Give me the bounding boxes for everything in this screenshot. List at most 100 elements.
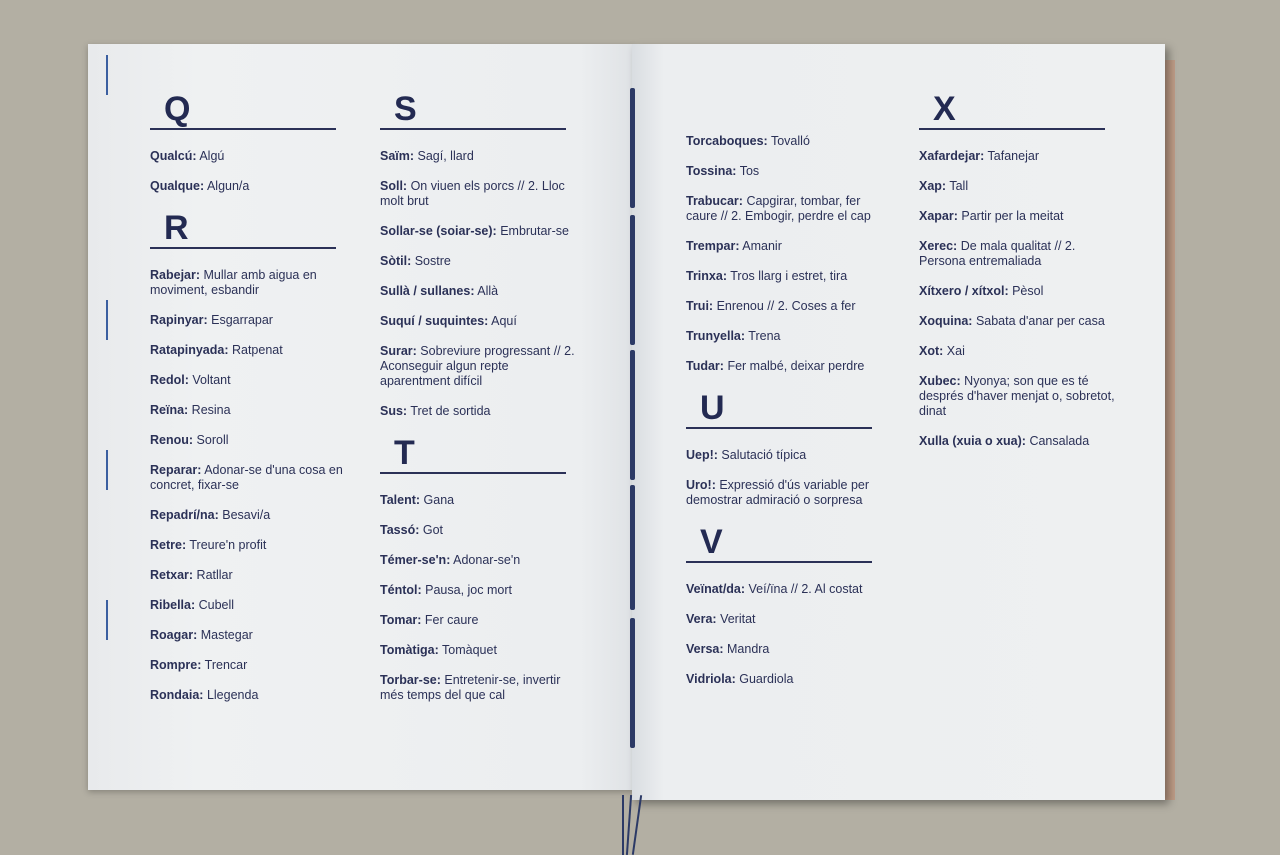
glossary-entry: Veïnat/da: Veí/ïna // 2. Al costat <box>686 582 886 597</box>
entry-definition: Ratllar <box>193 568 233 582</box>
section-letter-heading: R <box>164 209 189 247</box>
glossary-entry: Téntol: Pausa, joc mort <box>380 583 580 598</box>
entry-definition: Amanir <box>739 239 782 253</box>
entry-term: Renou: <box>150 433 194 447</box>
entry-definition: Cansalada <box>1025 434 1090 448</box>
letter-section: S Saïm: Sagí, llard Soll: On viuen els por… <box>380 90 580 419</box>
section-letter-heading: U <box>700 389 725 427</box>
entry-definition: Tros llarg i estret, tira <box>727 269 848 283</box>
entry-term: Tossina: <box>686 164 737 178</box>
glossary-entry: Sus: Tret de sortida <box>380 404 580 419</box>
entry-term: Trabucar: <box>686 194 743 208</box>
glossary-entry: Retxar: Ratllar <box>150 568 350 583</box>
entry-term: Uep!: <box>686 448 718 462</box>
entry-term: Sus: <box>380 404 408 418</box>
glossary-column-x: X Xafardejar: Tafanejar Xap: Tall Xapar: Pa… <box>919 90 1119 464</box>
glossary-column-t-u-v: Torcaboques: Tovalló Tossina: Tos Trabucar… <box>686 134 886 702</box>
glossary-entry: Ribella: Cubell <box>150 598 350 613</box>
glossary-entry: Xapar: Partir per la meitat <box>919 209 1119 224</box>
entry-definition: Veí/ïna // 2. Al costat <box>745 582 863 596</box>
glossary-entry: Vera: Veritat <box>686 612 886 627</box>
entry-term: Sòtil: <box>380 254 412 268</box>
entry-definition: Guardiola <box>735 672 794 686</box>
entry-definition: Sabata d'anar per casa <box>972 314 1105 328</box>
entry-definition: Cubell <box>195 598 235 612</box>
entry-definition: Tomàquet <box>438 643 497 657</box>
entry-term: Trui: <box>686 299 714 313</box>
entry-definition: Voltant <box>188 373 231 387</box>
entry-definition: Trencar <box>201 658 248 672</box>
glossary-entry: Trui: Enrenou // 2. Coses a fer <box>686 299 886 314</box>
entry-term: Tudar: <box>686 359 724 373</box>
entry-definition: Embrutar-se <box>496 224 569 238</box>
entry-term: Uro!: <box>686 478 716 492</box>
heading-rule <box>380 472 566 474</box>
entry-definition: Pausa, joc mort <box>421 583 512 597</box>
letter-section: Torcaboques: Tovalló Tossina: Tos Trabucar… <box>686 134 886 374</box>
letter-section: U Uep!: Salutació típica Uro!: Expressió d… <box>686 389 886 508</box>
glossary-column-s-t: S Saïm: Sagí, llard Soll: On viuen els por… <box>380 90 580 718</box>
glossary-entry: Qualque: Algun/a <box>150 179 350 194</box>
entry-term: Roagar: <box>150 628 198 642</box>
glossary-entry: Versa: Mandra <box>686 642 886 657</box>
entry-definition: Mandra <box>723 642 770 656</box>
letter-section: T Talent: Gana Tassó: Got Témer-se'n: Adona… <box>380 434 580 703</box>
glossary-entry: Rapinyar: Esgarrapar <box>150 313 350 328</box>
glossary-entry: Xap: Tall <box>919 179 1119 194</box>
glossary-entry: Rondaia: Llegenda <box>150 688 350 703</box>
glossary-entry: Torbar-se: Entretenir-se, invertir més t… <box>380 673 580 703</box>
entry-term: Torcaboques: <box>686 134 768 148</box>
entry-definition: Algun/a <box>204 179 250 193</box>
entry-term: Xítxero / xítxol: <box>919 284 1009 298</box>
entry-definition: Pèsol <box>1008 284 1044 298</box>
glossary-entry: Xítxero / xítxol: Pèsol <box>919 284 1119 299</box>
entry-term: Xulla (xuia o xua): <box>919 434 1026 448</box>
entry-term: Rompre: <box>150 658 202 672</box>
entry-term: Redol: <box>150 373 189 387</box>
entry-term: Torbar-se: <box>380 673 441 687</box>
entry-definition: Algú <box>196 149 225 163</box>
glossary-entry: Renou: Soroll <box>150 433 350 448</box>
glossary-entry: Talent: Gana <box>380 493 580 508</box>
section-letter-heading: X <box>933 90 956 128</box>
entry-definition: Partir per la meitat <box>957 209 1064 223</box>
glossary-entry: Xot: Xai <box>919 344 1119 359</box>
entry-definition: Tret de sortida <box>407 404 491 418</box>
entry-definition: Fer malbé, deixar perdre <box>723 359 865 373</box>
entry-definition: Sostre <box>411 254 451 268</box>
entry-definition: Tovalló <box>767 134 810 148</box>
entry-term: Versa: <box>686 642 724 656</box>
glossary-entry: Repadrí/na: Besavi/a <box>150 508 350 523</box>
heading-rule <box>380 128 566 130</box>
entry-definition: Xai <box>943 344 965 358</box>
glossary-entry: Trinxa: Tros llarg i estret, tira <box>686 269 886 284</box>
entry-definition: Got <box>419 523 443 537</box>
stitch <box>630 88 635 208</box>
heading-rule <box>150 128 336 130</box>
entry-term: Retxar: <box>150 568 194 582</box>
entry-term: Xafardejar: <box>919 149 985 163</box>
letter-section: X Xafardejar: Tafanejar Xap: Tall Xapar: Pa… <box>919 90 1119 449</box>
entry-term: Veïnat/da: <box>686 582 746 596</box>
glossary-entry: Uep!: Salutació típica <box>686 448 886 463</box>
glossary-entry: Reparar: Adonar-se d'una cosa en concret… <box>150 463 350 493</box>
stitch <box>106 55 108 95</box>
glossary-entry: Torcaboques: Tovalló <box>686 134 886 149</box>
glossary-entry: Reïna: Resina <box>150 403 350 418</box>
entry-term: Xapar: <box>919 209 958 223</box>
glossary-entry: Sollar-se (soiar-se): Embrutar-se <box>380 224 580 239</box>
glossary-entry: Sullà / sullanes: Allà <box>380 284 580 299</box>
entry-definition: Enrenou // 2. Coses a fer <box>713 299 856 313</box>
heading-rule <box>686 427 872 429</box>
glossary-entry: Tassó: Got <box>380 523 580 538</box>
glossary-entry: Suquí / suquintes: Aquí <box>380 314 580 329</box>
heading-rule <box>686 561 872 563</box>
stitch <box>106 300 108 340</box>
entry-term: Ratapinyada: <box>150 343 229 357</box>
entry-term: Soll: <box>380 179 408 193</box>
glossary-entry: Qualcú: Algú <box>150 149 350 164</box>
glossary-entry: Ratapinyada: Ratpenat <box>150 343 350 358</box>
stitch <box>630 618 635 748</box>
entry-definition: Resina <box>188 403 231 417</box>
entry-definition: Adonar-se'n <box>450 553 521 567</box>
